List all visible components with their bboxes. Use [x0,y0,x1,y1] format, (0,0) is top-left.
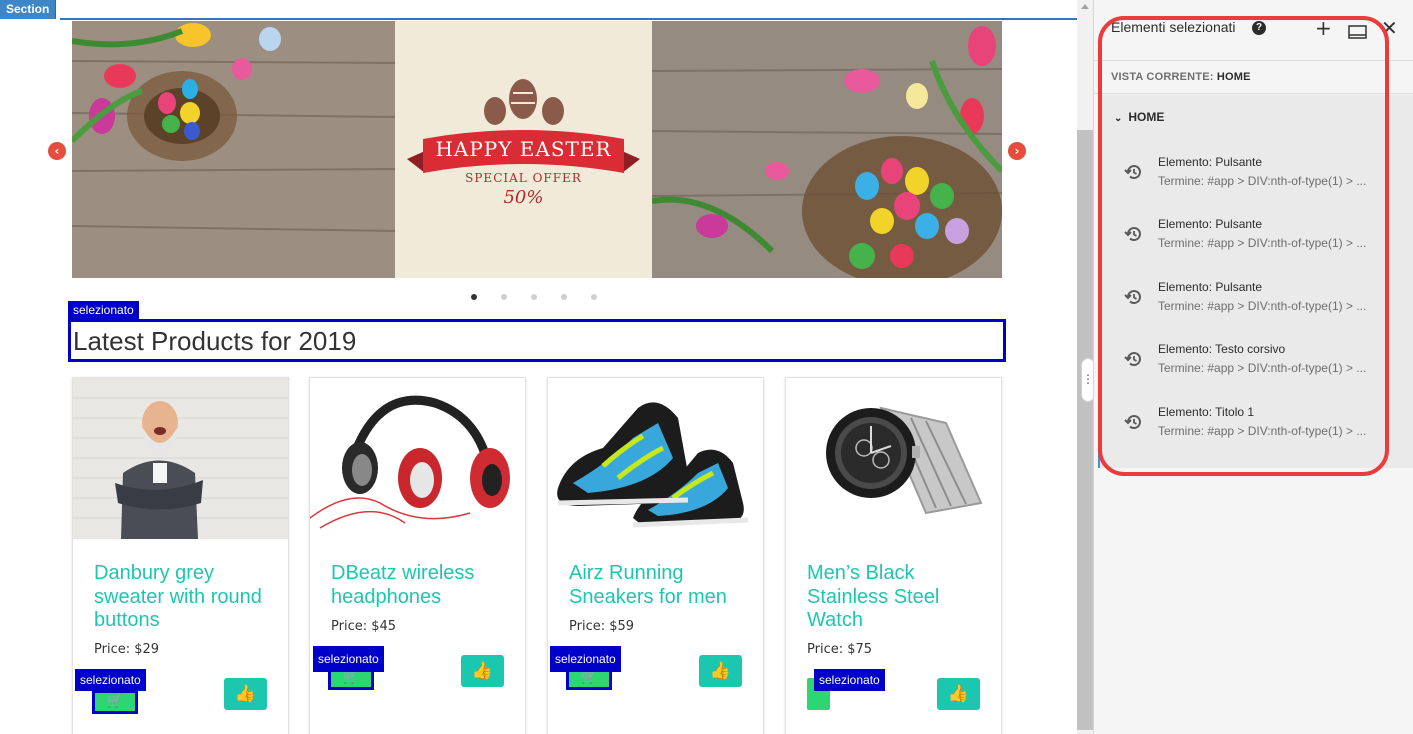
carousel-dot[interactable] [501,294,507,300]
selected-element-item[interactable]: Elemento: Titolo 1 Termine: #app > DIV:n… [1100,404,1413,454]
carousel-dot[interactable] [531,294,537,300]
history-icon[interactable] [1124,287,1144,307]
page-canvas: Section HAPPY EASTER SPECIAL OFFER 50% ‹… [0,0,1077,734]
panel-layout-icon[interactable] [1348,22,1367,42]
banner-discount: 50% [503,187,544,208]
panel-title: Elementi selezionati [1111,19,1236,35]
selected-element-item[interactable]: Elemento: Testo corsivo Termine: #app > … [1100,341,1413,391]
product-price: Price: $29 [94,642,160,657]
selected-label-cart-2: selezionato [313,646,384,672]
item-name: Elemento: Titolo 1 [1158,405,1255,419]
view-group-home: ⌄ HOME Elemento: Pulsante Termine: #app >… [1098,95,1413,468]
product-price: Price: $45 [331,619,397,634]
selected-heading-box[interactable]: Latest Products for 2019 [68,319,1006,362]
product-title[interactable]: Men’s Black Stainless Steel Watch [807,562,987,633]
group-label: HOME [1128,110,1165,124]
product-image[interactable] [786,378,1001,539]
selected-label-heading: selezionato [68,301,139,320]
add-to-cart-button[interactable]: 🛒 [92,690,138,714]
carousel-offer-panel: HAPPY EASTER SPECIAL OFFER 50% [395,21,652,278]
panel-divider [1094,60,1413,61]
selected-label-cart-1: selezionato [75,669,146,691]
carousel-dot[interactable] [471,294,477,300]
history-icon[interactable] [1124,412,1144,432]
section-tag[interactable]: Section [0,0,57,19]
scrollbar-thumb[interactable] [1077,130,1093,730]
carousel-left-photo [72,21,396,278]
item-term: Termine: #app > DIV:nth-of-type(1) > ... [1158,361,1367,375]
carousel-dot[interactable] [591,294,597,300]
product-image[interactable] [548,378,763,539]
selected-element-item[interactable]: Elemento: Pulsante Termine: #app > DIV:n… [1100,216,1413,266]
carousel-prev-icon[interactable]: ‹ [48,142,66,160]
item-name: Elemento: Pulsante [1158,280,1263,294]
like-button[interactable]: 👍 [224,678,267,710]
like-button[interactable]: 👍 [461,655,504,687]
current-view: VISTA CORRENTE: HOME [1111,71,1251,83]
history-icon[interactable] [1124,162,1144,182]
page-title: Latest Products for 2019 [73,326,357,356]
item-name: Elemento: Pulsante [1158,217,1263,231]
banner-offer: SPECIAL OFFER [465,171,582,185]
item-term: Termine: #app > DIV:nth-of-type(1) > ... [1158,236,1367,250]
hero-carousel[interactable]: HAPPY EASTER SPECIAL OFFER 50% [72,21,1002,278]
carousel-right-photo [651,21,1002,278]
carousel-next-icon[interactable]: › [1008,142,1026,160]
carousel-dots [471,294,597,300]
product-title[interactable]: DBeatz wireless headphones [331,562,511,609]
help-icon[interactable]: ? [1252,21,1266,35]
like-button[interactable]: 👍 [699,655,742,687]
selected-element-item[interactable]: Elemento: Pulsante Termine: #app > DIV:n… [1100,279,1413,329]
history-icon[interactable] [1124,224,1144,244]
product-price: Price: $75 [807,642,873,657]
item-term: Termine: #app > DIV:nth-of-type(1) > ... [1158,174,1367,188]
current-view-label: VISTA CORRENTE: [1111,71,1214,83]
item-name: Elemento: Testo corsivo [1158,342,1286,356]
product-image[interactable] [73,378,288,539]
close-icon[interactable]: ✕ [1381,18,1398,38]
banner-title: HAPPY EASTER [435,137,612,161]
selected-elements-panel: Elementi selezionati ? + ✕ VISTA CORRENT… [1093,0,1413,734]
carousel-dot[interactable] [561,294,567,300]
like-button[interactable]: 👍 [937,678,980,710]
current-view-value: HOME [1216,71,1251,83]
item-term: Termine: #app > DIV:nth-of-type(1) > ... [1158,299,1367,313]
product-price: Price: $59 [569,619,635,634]
item-name: Elemento: Pulsante [1158,155,1263,169]
history-icon[interactable] [1124,349,1144,369]
group-header-home[interactable]: ⌄ HOME [1114,110,1164,124]
product-image[interactable] [310,378,525,539]
chevron-down-icon[interactable]: ⌄ [1114,113,1122,124]
product-title[interactable]: Danbury grey sweater with round buttons [94,562,274,633]
panel-divider [1094,93,1413,94]
selected-label-cart-4: selezionato [814,669,885,691]
product-title[interactable]: Airz Running Sneakers for men [569,562,749,609]
selected-label-cart-3: selezionato [550,646,621,672]
selected-element-item[interactable]: Elemento: Pulsante Termine: #app > DIV:n… [1100,154,1413,204]
add-icon[interactable]: + [1315,18,1332,38]
item-term: Termine: #app > DIV:nth-of-type(1) > ... [1158,424,1367,438]
section-border [60,18,1077,20]
scroll-up-icon[interactable] [1081,4,1089,9]
